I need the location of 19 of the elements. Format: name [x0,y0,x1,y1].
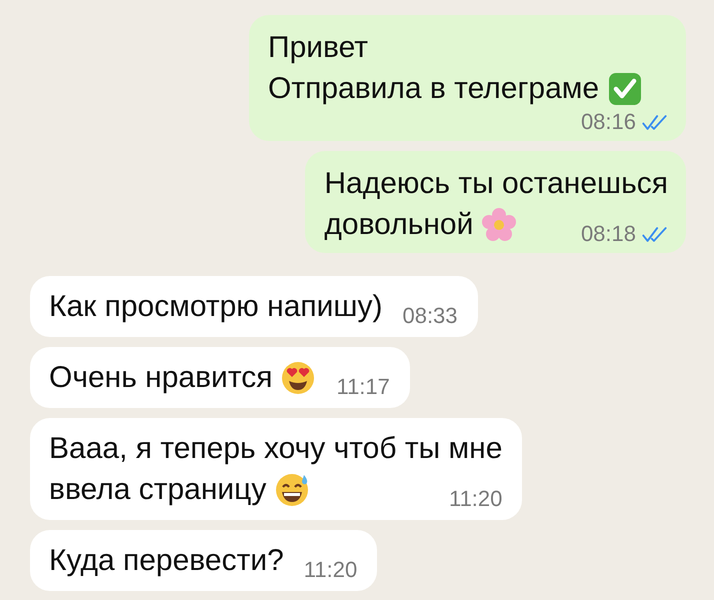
message-text: Привет [268,30,368,66]
message-text: Куда перевести? [49,543,284,579]
checkmark-icon [607,70,644,106]
message-text: ввела страницу [49,472,266,508]
message-time: 08:33 [402,303,458,329]
message-text: Отправила в телеграме [268,71,600,107]
message-text: Как просмотрю напишу) [49,289,382,325]
sweat-smile-emoji-icon [274,472,310,508]
message-text: Надеюсь ты останешься [324,166,668,202]
flower-icon [481,206,518,242]
message-time: 08:16 [580,109,636,135]
message-text: Очень нравится [49,360,272,396]
message-time: 08:18 [580,221,636,247]
message-time: 11:20 [304,557,358,583]
message-time: 11:17 [336,374,390,400]
heart-eyes-emoji-icon [280,360,316,396]
message-text: довольной [324,207,474,243]
message-text: Вааа, я теперь хочу чтоб ты мне [49,431,502,467]
message-time: 11:20 [448,486,502,512]
